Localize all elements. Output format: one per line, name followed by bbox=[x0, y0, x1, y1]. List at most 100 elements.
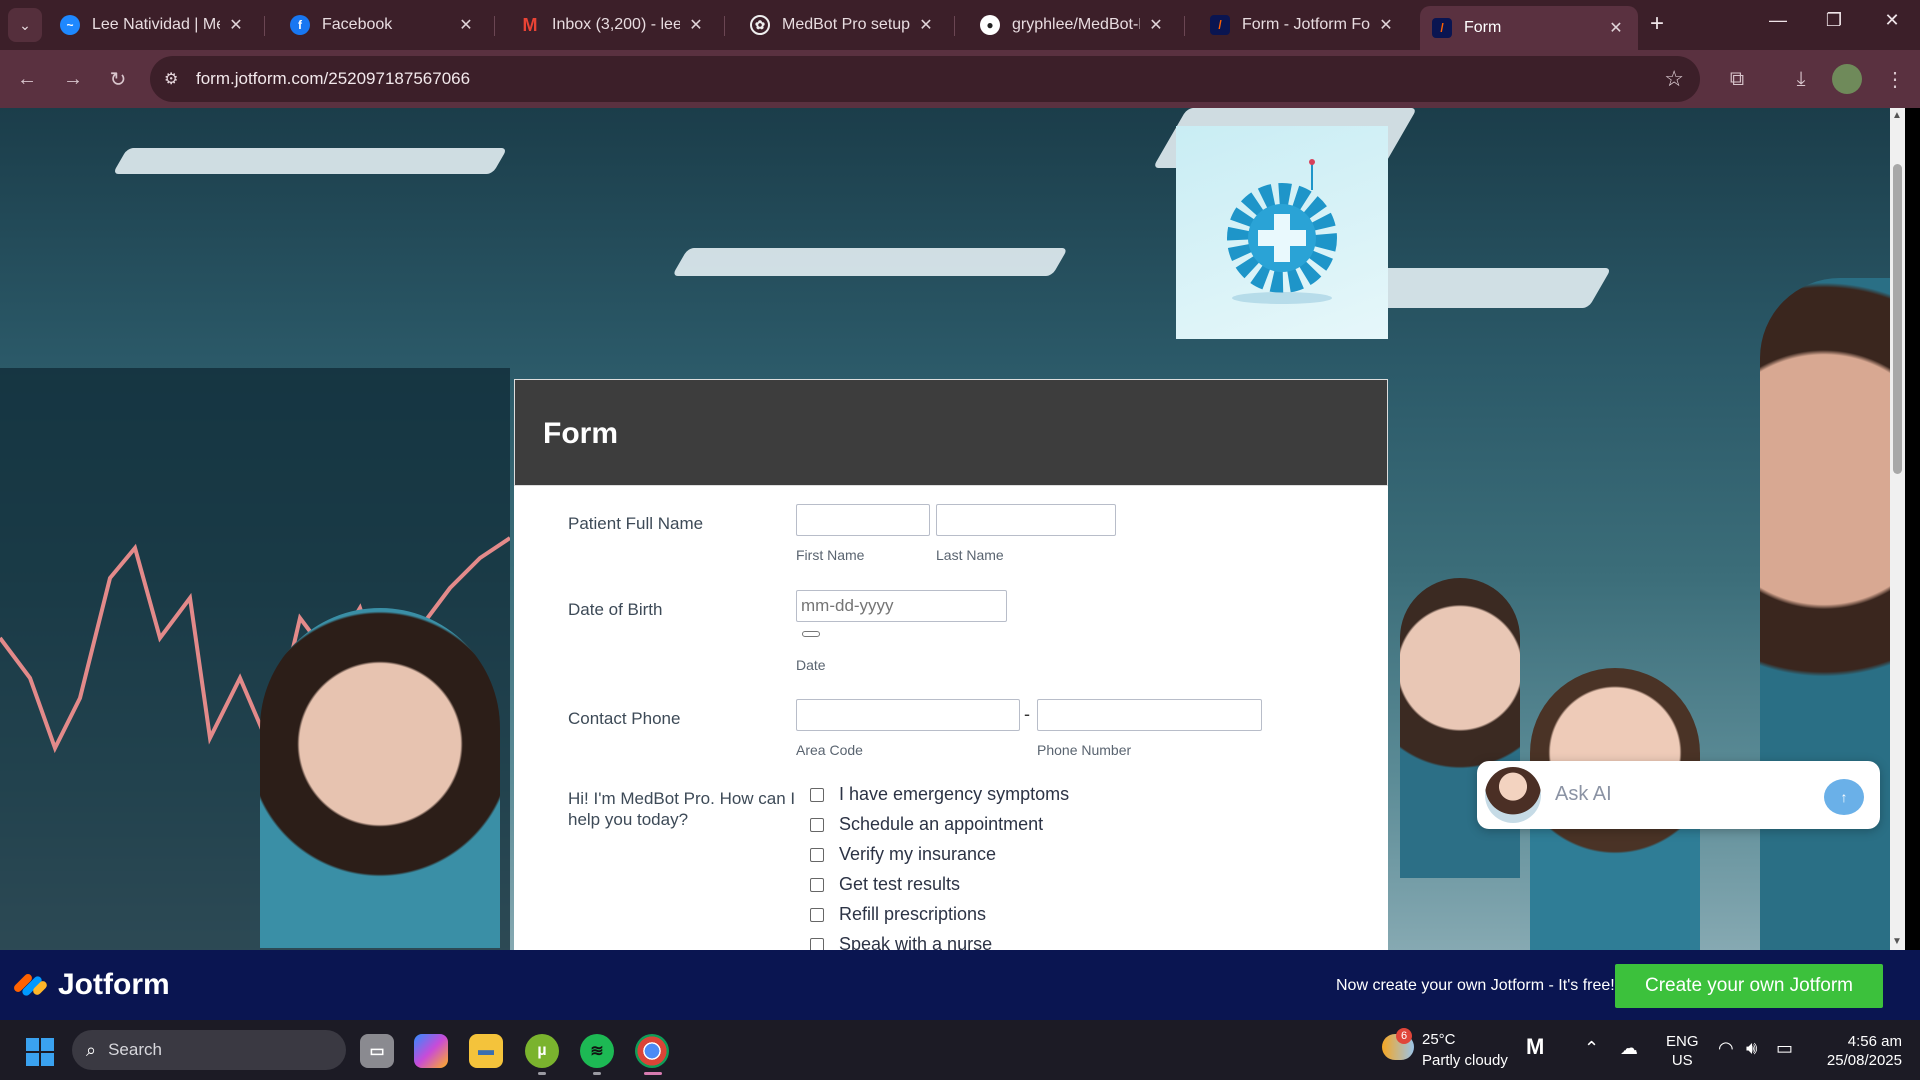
windows-taskbar: ⌕ Search ▭ ▬ µ ≋ 6 25°C Partly cloudy M … bbox=[0, 1020, 1920, 1080]
system-clock[interactable]: 4:56 am 25/08/2025 bbox=[1810, 1032, 1902, 1070]
page-scrollbar[interactable]: ▲ ▼ bbox=[1890, 108, 1905, 950]
scroll-up-icon[interactable]: ▲ bbox=[1892, 110, 1902, 121]
site-settings-icon[interactable]: ⚙ bbox=[164, 69, 178, 89]
checkbox[interactable] bbox=[810, 847, 824, 862]
messenger-icon: ~ bbox=[60, 15, 80, 35]
checkbox[interactable] bbox=[810, 907, 824, 922]
chrome-icon[interactable] bbox=[635, 1034, 669, 1068]
scrollbar-thumb[interactable] bbox=[1893, 164, 1902, 474]
search-icon: ⌕ bbox=[86, 1039, 97, 1060]
checkbox[interactable] bbox=[810, 787, 824, 802]
option-appointment[interactable]: Schedule an appointment bbox=[803, 814, 1043, 835]
clock-date: 25/08/2025 bbox=[1826, 1052, 1902, 1069]
reload-icon[interactable]: ↻ bbox=[103, 64, 133, 94]
address-bar[interactable]: ⚙ form.jotform.com/252097187567066 ☆ bbox=[150, 56, 1700, 102]
tab-github[interactable]: ● gryphlee/MedBot-Pro ✕ bbox=[968, 8, 1178, 42]
dob-sublabel: Date bbox=[796, 657, 826, 673]
close-icon[interactable]: ✕ bbox=[686, 15, 706, 35]
option-test-results[interactable]: Get test results bbox=[803, 874, 960, 895]
taskbar-search[interactable]: ⌕ Search bbox=[72, 1030, 346, 1070]
tab-search-button[interactable]: ⌄ bbox=[8, 8, 42, 42]
battery-icon[interactable]: ▭ bbox=[1776, 1038, 1793, 1059]
forward-arrow-icon[interactable]: → bbox=[58, 64, 88, 94]
tab-jotform-form[interactable]: / Form - Jotform Form ✕ bbox=[1198, 8, 1408, 42]
jotform-logo[interactable]: Jotform bbox=[12, 968, 170, 1002]
input-language[interactable]: ENG US bbox=[1666, 1032, 1699, 1070]
url-text[interactable]: form.jotform.com/252097187567066 bbox=[196, 69, 470, 89]
tab-gmail[interactable]: M Inbox (3,200) - leenatividad ✕ bbox=[508, 8, 718, 42]
first-name-input[interactable] bbox=[796, 504, 930, 536]
tab-facebook[interactable]: f Facebook ✕ bbox=[278, 8, 488, 42]
new-tab-button[interactable]: + bbox=[1650, 12, 1664, 36]
form-card: Form Patient Full Name First Name Last N… bbox=[514, 379, 1388, 950]
volume-icon[interactable]: 🔊︎ bbox=[1746, 1038, 1757, 1059]
tray-app-icon[interactable]: M bbox=[1526, 1034, 1544, 1060]
region-code: US bbox=[1671, 1052, 1693, 1069]
jotform-icon: / bbox=[1432, 18, 1452, 38]
tab-medbot-setup[interactable]: ✿ MedBot Pro setup ✕ bbox=[738, 8, 948, 42]
close-icon[interactable]: ✕ bbox=[226, 15, 246, 35]
phone-number-input[interactable] bbox=[1037, 699, 1262, 731]
option-emergency[interactable]: I have emergency symptoms bbox=[803, 784, 1069, 805]
jotform-brand: Jotform bbox=[58, 968, 170, 1001]
tab-title: Form - Jotform Form bbox=[1242, 16, 1370, 33]
windows-start-icon[interactable] bbox=[26, 1038, 54, 1066]
clock-time: 4:56 am bbox=[1847, 1033, 1902, 1050]
medbot-logo bbox=[1176, 126, 1388, 339]
checkbox[interactable] bbox=[810, 937, 824, 950]
option-label: Verify my insurance bbox=[839, 844, 997, 864]
close-icon[interactable]: ✕ bbox=[456, 15, 476, 35]
option-refill[interactable]: Refill prescriptions bbox=[803, 904, 986, 925]
profile-avatar[interactable] bbox=[1832, 64, 1862, 94]
checkbox[interactable] bbox=[810, 877, 824, 892]
tab-title: MedBot Pro setup bbox=[782, 16, 910, 33]
form-title: Form bbox=[543, 417, 618, 450]
scroll-down-icon[interactable]: ▼ bbox=[1892, 936, 1902, 947]
task-view-icon[interactable]: ▭ bbox=[360, 1034, 394, 1068]
menu-kebab-icon[interactable]: ⋮ bbox=[1880, 64, 1910, 94]
option-nurse[interactable]: Speak with a nurse bbox=[803, 934, 992, 950]
contact-phone-label: Contact Phone bbox=[568, 709, 681, 728]
ask-ai-widget[interactable]: Ask AI ↑ bbox=[1477, 761, 1880, 829]
create-jotform-button[interactable]: Create your own Jotform bbox=[1615, 964, 1883, 1008]
ask-ai-input[interactable]: Ask AI bbox=[1555, 783, 1612, 806]
patient-name-label: Patient Full Name bbox=[568, 514, 704, 533]
extensions-icon[interactable]: ⧉ bbox=[1722, 64, 1752, 94]
utorrent-icon[interactable]: µ bbox=[525, 1034, 559, 1068]
close-icon[interactable]: ✕ bbox=[1146, 15, 1166, 35]
checkbox[interactable] bbox=[810, 817, 824, 832]
bookmark-star-icon[interactable]: ☆ bbox=[1664, 66, 1684, 92]
temperature: 25°C bbox=[1422, 1031, 1456, 1048]
tab-messenger[interactable]: ~ Lee Natividad | Messenger ✕ bbox=[48, 8, 258, 42]
tab-form-active[interactable]: / Form ✕ bbox=[1420, 6, 1638, 50]
jotform-icon: / bbox=[1210, 15, 1230, 35]
restore-icon[interactable]: ❐ bbox=[1814, 10, 1854, 31]
download-icon[interactable]: ⤓ bbox=[1786, 64, 1816, 94]
area-code-input[interactable] bbox=[796, 699, 1020, 731]
back-arrow-icon[interactable]: ← bbox=[12, 64, 42, 94]
show-hidden-icons-chevron-icon[interactable]: ⌃ bbox=[1584, 1038, 1599, 1059]
option-label: Speak with a nurse bbox=[839, 934, 993, 950]
tab-title: Inbox (3,200) - leenatividad bbox=[552, 16, 680, 33]
promo-text: Now create your own Jotform - It's free! bbox=[1336, 977, 1615, 994]
close-icon[interactable]: ✕ bbox=[1606, 18, 1626, 38]
close-icon[interactable]: ✕ bbox=[916, 15, 936, 35]
calendar-icon[interactable] bbox=[802, 631, 820, 637]
weather-badge: 6 bbox=[1396, 1028, 1412, 1044]
onedrive-icon[interactable]: ☁ bbox=[1620, 1038, 1638, 1059]
send-arrow-icon[interactable]: ↑ bbox=[1824, 779, 1864, 815]
copilot-icon[interactable] bbox=[414, 1034, 448, 1068]
dob-input[interactable] bbox=[796, 590, 1007, 622]
last-name-input[interactable] bbox=[936, 504, 1116, 536]
minimize-icon[interactable]: — bbox=[1758, 10, 1798, 31]
spotify-icon[interactable]: ≋ bbox=[580, 1034, 614, 1068]
jotform-logo-icon bbox=[12, 970, 49, 1000]
phone-separator: - bbox=[1024, 704, 1030, 724]
window-close-icon[interactable]: ✕ bbox=[1872, 10, 1912, 31]
option-insurance[interactable]: Verify my insurance bbox=[803, 844, 996, 865]
phone-number-sublabel: Phone Number bbox=[1037, 742, 1132, 758]
first-name-sublabel: First Name bbox=[796, 547, 865, 563]
close-icon[interactable]: ✕ bbox=[1376, 15, 1396, 35]
wifi-icon[interactable]: ◠ bbox=[1718, 1038, 1734, 1059]
file-explorer-icon[interactable]: ▬ bbox=[469, 1034, 503, 1068]
